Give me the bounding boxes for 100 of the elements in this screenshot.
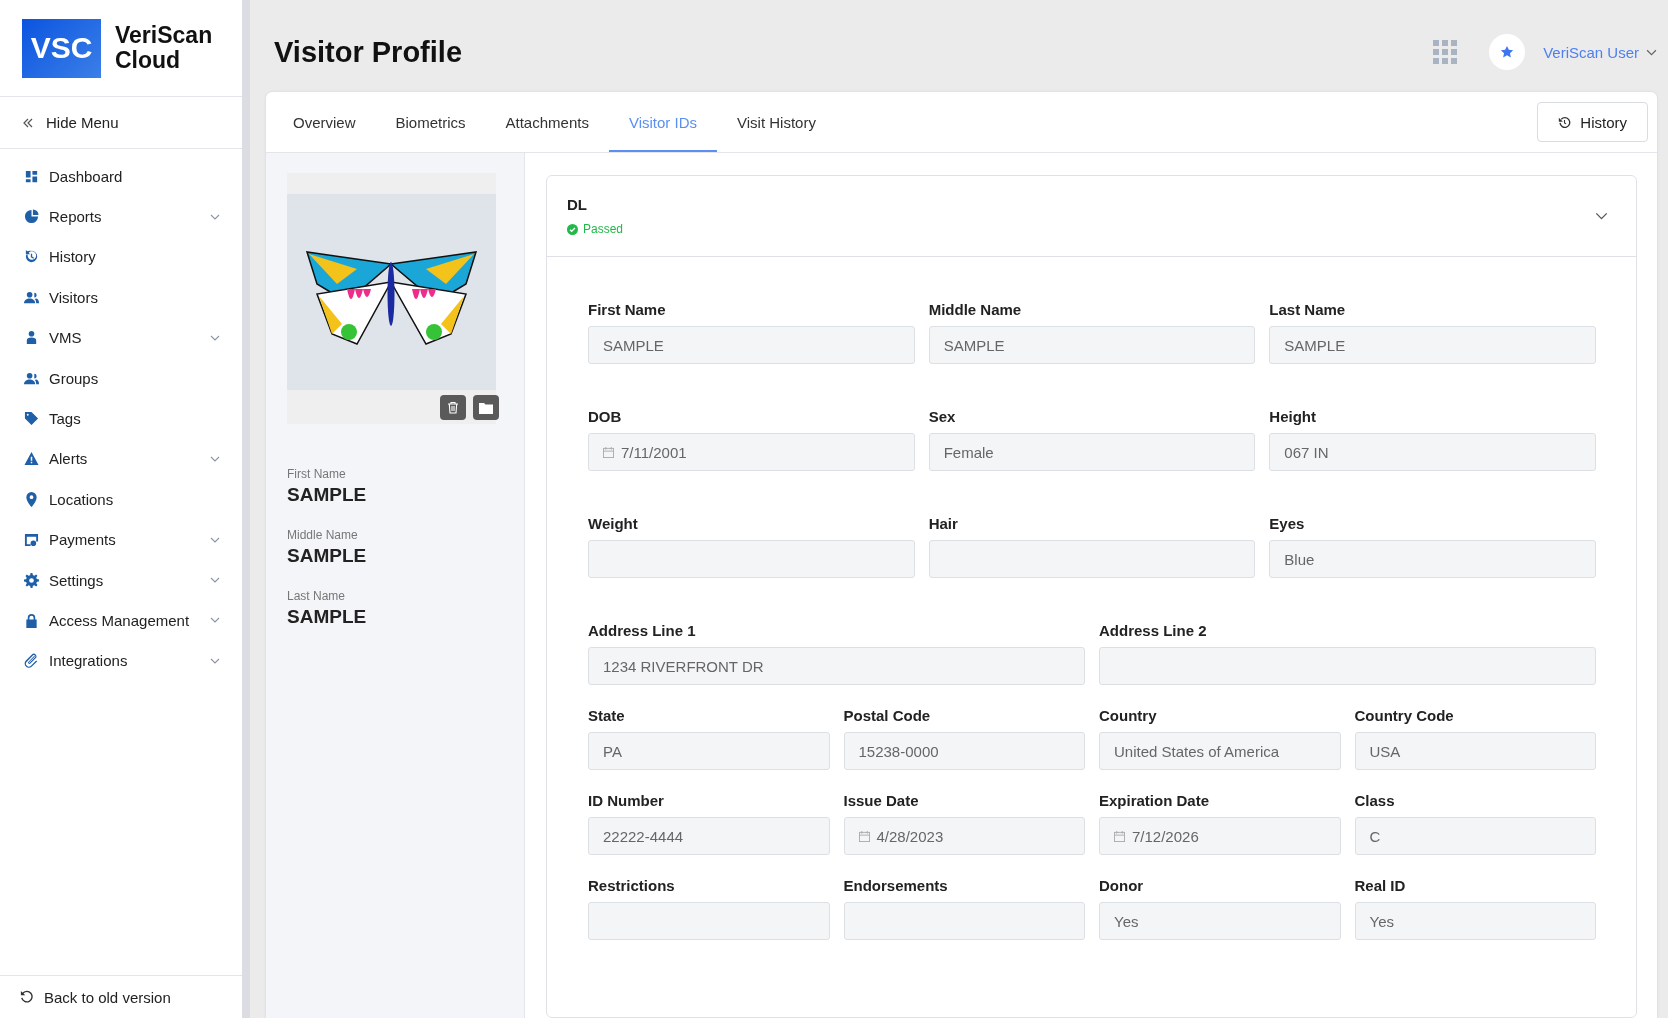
nav-item[interactable]: Dashboard <box>0 156 242 197</box>
tab[interactable]: Biometrics <box>375 94 486 152</box>
nav-item[interactable]: Reports <box>0 196 242 237</box>
input-field[interactable]: 067 IN <box>1269 433 1596 471</box>
field-value: SAMPLE <box>287 545 368 567</box>
paperclip-icon <box>24 653 39 669</box>
input-field[interactable] <box>588 902 830 940</box>
input-field[interactable]: USA <box>1354 732 1596 770</box>
favorite-button[interactable] <box>1489 34 1526 70</box>
field-value: SAMPLE <box>287 484 368 506</box>
field-label: Country Code <box>1354 707 1455 724</box>
warning-icon <box>24 451 39 467</box>
input-field[interactable]: SAMPLE <box>588 326 915 364</box>
field-label: State <box>588 707 626 724</box>
input-field[interactable] <box>843 902 1085 940</box>
tab[interactable]: Attachments <box>485 94 609 152</box>
chevron-down-icon <box>210 657 220 664</box>
input-field[interactable]: SAMPLE <box>928 326 1256 364</box>
id-type: DL <box>567 196 588 213</box>
field-label: Last Name <box>1269 301 1347 318</box>
folder-button[interactable] <box>473 395 499 420</box>
field-label: Eyes <box>1269 515 1306 532</box>
input-field[interactable]: PA <box>588 732 830 770</box>
field-label: Country <box>1099 707 1158 724</box>
nav-item[interactable]: Locations <box>0 479 242 520</box>
input-field[interactable]: 7/12/2026 <box>1099 817 1341 855</box>
input-field[interactable]: Yes <box>1099 902 1341 940</box>
input-field[interactable]: C <box>1354 817 1596 855</box>
status-label: Passed <box>567 222 624 236</box>
nav-item[interactable]: VMS <box>0 317 242 358</box>
nav-item[interactable]: Groups <box>0 357 242 399</box>
pie-chart-icon <box>24 209 39 225</box>
field-label: Donor <box>1099 877 1145 894</box>
field-label: Middle Name <box>287 528 359 542</box>
nav-item[interactable]: Settings <box>0 559 242 601</box>
double-chevron-left-icon <box>22 116 34 129</box>
field-label: DOB <box>588 408 623 425</box>
nav-item[interactable]: Access Management <box>0 600 242 641</box>
field-label: Postal Code <box>843 707 932 724</box>
chevron-down-icon <box>210 536 220 543</box>
input-field[interactable]: 7/11/2001 <box>588 433 915 471</box>
chevron-down-icon <box>1646 48 1657 56</box>
apps-grid-icon[interactable] <box>1433 40 1458 64</box>
lock-icon <box>24 613 39 628</box>
input-field[interactable]: 4/28/2023 <box>843 817 1085 855</box>
nav-item[interactable]: Integrations <box>0 640 242 682</box>
history-icon <box>1558 115 1572 129</box>
folder-icon <box>479 401 493 414</box>
field-label: ID Number <box>588 792 665 809</box>
map-pin-icon <box>24 491 39 507</box>
input-field[interactable] <box>588 540 915 578</box>
tab[interactable]: Overview <box>273 94 376 152</box>
nav-item[interactable]: History <box>0 236 242 278</box>
chevron-down-icon <box>210 617 220 624</box>
input-field[interactable]: 1234 RIVERFRONT DR <box>588 647 1085 685</box>
hide-menu-button[interactable]: Hide Menu <box>22 114 119 131</box>
page-title: Visitor Profile <box>274 35 463 69</box>
logo-mark: VSC <box>22 18 101 78</box>
field-label: First Name <box>588 301 667 318</box>
input-field[interactable]: SAMPLE <box>1269 326 1596 364</box>
field-label: Height <box>1269 408 1317 425</box>
nav-item[interactable]: Visitors <box>0 277 242 318</box>
input-field[interactable]: United States of America <box>1099 732 1341 770</box>
history-button[interactable]: History <box>1537 102 1648 142</box>
field-label: Sex <box>928 408 957 425</box>
delete-button[interactable] <box>440 395 466 420</box>
chevron-down-icon <box>210 577 220 584</box>
users-icon <box>24 370 39 386</box>
input-field[interactable]: Female <box>928 433 1256 471</box>
field-label: Real ID <box>1354 877 1407 894</box>
field-label: Address Line 1 <box>588 622 697 639</box>
brand-name: VeriScan Cloud <box>115 23 213 73</box>
calendar-icon <box>603 446 614 458</box>
calendar-icon <box>1114 830 1125 842</box>
field-label: Class <box>1354 792 1396 809</box>
field-label: Restrictions <box>588 877 676 894</box>
history-icon <box>24 249 39 265</box>
tag-icon <box>24 411 39 427</box>
users-icon <box>24 289 39 305</box>
tab[interactable]: Visit History <box>717 94 836 152</box>
nav-item[interactable]: Payments <box>0 519 242 560</box>
field-label: Middle Name <box>928 301 1023 318</box>
input-field[interactable] <box>1099 647 1596 685</box>
field-label: Address Line 2 <box>1099 622 1208 639</box>
field-value: SAMPLE <box>287 606 368 628</box>
input-field[interactable]: Yes <box>1354 902 1596 940</box>
field-label: Hair <box>928 515 959 532</box>
input-field[interactable]: 22222-4444 <box>588 817 830 855</box>
field-label: Weight <box>588 515 639 532</box>
back-link[interactable]: Back to old version <box>20 988 171 1006</box>
input-field[interactable]: 15238-0000 <box>843 732 1085 770</box>
nav-item[interactable]: Tags <box>0 398 242 439</box>
nav-item[interactable]: Alerts <box>0 438 242 480</box>
field-label: Endorsements <box>843 877 949 894</box>
input-field[interactable] <box>928 540 1256 578</box>
register-icon <box>24 532 39 548</box>
undo-icon <box>20 990 34 1004</box>
input-field[interactable]: Blue <box>1269 540 1596 578</box>
chevron-down-icon[interactable] <box>1595 212 1608 220</box>
gear-icon <box>24 572 39 588</box>
